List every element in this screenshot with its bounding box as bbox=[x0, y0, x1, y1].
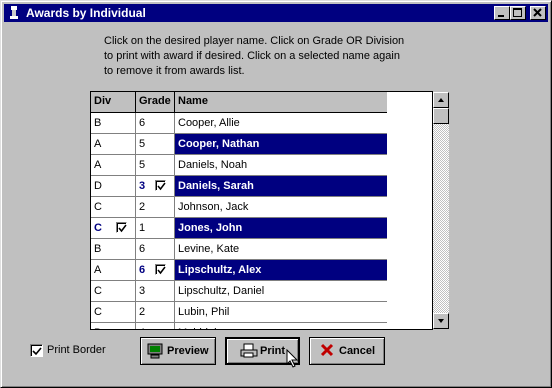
cell-name[interactable]: Lipschultz, Alex bbox=[175, 260, 387, 280]
preview-label: Preview bbox=[167, 345, 209, 357]
cell-div[interactable]: C bbox=[91, 302, 136, 322]
grade-award-checkbox[interactable] bbox=[155, 180, 166, 191]
maximize-icon bbox=[513, 8, 522, 17]
table-row[interactable]: B 6 Cooper, Allie bbox=[91, 113, 387, 134]
player-table: Div Grade Name B 6 Cooper, Allie A 5 Cooper, … bbox=[90, 91, 433, 330]
close-icon bbox=[533, 8, 542, 17]
scroll-up-icon bbox=[438, 98, 444, 102]
scroll-down-button[interactable] bbox=[433, 313, 449, 329]
table-header: Div Grade Name bbox=[91, 92, 387, 113]
column-header-grade[interactable]: Grade bbox=[136, 92, 175, 112]
checkmark-icon bbox=[32, 347, 42, 356]
cell-div[interactable]: B bbox=[91, 323, 136, 329]
column-header-div[interactable]: Div bbox=[91, 92, 136, 112]
maximize-button[interactable] bbox=[510, 6, 526, 20]
cell-grade[interactable]: 4 bbox=[136, 323, 175, 329]
cell-name[interactable]: Cooper, Allie bbox=[175, 113, 387, 133]
preview-button[interactable]: Preview bbox=[140, 337, 216, 365]
grade-award-checkbox[interactable] bbox=[155, 264, 166, 275]
table-row[interactable]: C 2 Lubin, Phil bbox=[91, 302, 387, 323]
print-border-box[interactable] bbox=[30, 344, 43, 357]
cell-name[interactable]: Daniels, Sarah bbox=[175, 176, 387, 196]
scroll-down-icon bbox=[438, 319, 444, 323]
table-row[interactable]: A 5 Daniels, Noah bbox=[91, 155, 387, 176]
cell-name[interactable]: Lipschultz, Daniel bbox=[175, 281, 387, 301]
table-blank-area bbox=[387, 92, 432, 329]
mouse-cursor-icon bbox=[286, 348, 300, 372]
cell-grade[interactable]: 5 bbox=[136, 134, 175, 154]
cell-name[interactable]: Levine, Kate bbox=[175, 239, 387, 259]
cell-grade[interactable]: 1 bbox=[136, 218, 175, 238]
table-row[interactable]: C 2 Johnson, Jack bbox=[91, 197, 387, 218]
printer-icon bbox=[240, 343, 258, 362]
cell-grade[interactable]: 6 bbox=[136, 113, 175, 133]
cell-grade[interactable]: 3 bbox=[136, 281, 175, 301]
table-row[interactable]: C 1 Jones, John bbox=[91, 218, 387, 239]
cell-name[interactable]: Mabblaic bbox=[175, 323, 387, 329]
cell-div[interactable]: C bbox=[91, 281, 136, 301]
monitor-icon bbox=[147, 343, 163, 362]
cell-div[interactable]: C bbox=[91, 197, 136, 217]
cell-name[interactable]: Daniels, Noah bbox=[175, 155, 387, 175]
app-icon bbox=[8, 6, 20, 20]
table-row[interactable]: A 6 Lipschultz, Alex bbox=[91, 260, 387, 281]
cell-name[interactable]: Cooper, Nathan bbox=[175, 134, 387, 154]
print-label: Print bbox=[260, 345, 286, 357]
cell-grade[interactable]: 2 bbox=[136, 302, 175, 322]
instructions-text: Click on the desired player name. Click … bbox=[104, 35, 405, 77]
table-row[interactable]: C 3 Lipschultz, Daniel bbox=[91, 281, 387, 302]
cell-grade[interactable]: 6 bbox=[136, 239, 175, 259]
table-row[interactable]: B 6 Levine, Kate bbox=[91, 239, 387, 260]
cell-div[interactable]: B bbox=[91, 113, 136, 133]
awards-window: Awards by Individual Click on the desire… bbox=[0, 0, 552, 388]
cell-div[interactable]: A bbox=[91, 260, 136, 280]
cancel-label: Cancel bbox=[339, 345, 376, 357]
cell-name[interactable]: Jones, John bbox=[175, 218, 387, 238]
print-border-label: Print Border bbox=[47, 344, 106, 356]
close-button[interactable] bbox=[530, 6, 546, 20]
cell-grade[interactable]: 5 bbox=[136, 155, 175, 175]
minimize-icon bbox=[498, 15, 504, 17]
cell-div[interactable]: B bbox=[91, 239, 136, 259]
cell-name[interactable]: Lubin, Phil bbox=[175, 302, 387, 322]
scroll-thumb[interactable] bbox=[433, 108, 449, 124]
table-row[interactable]: D 3 Daniels, Sarah bbox=[91, 176, 387, 197]
cell-grade[interactable]: 2 bbox=[136, 197, 175, 217]
print-button[interactable]: Print bbox=[225, 337, 300, 368]
title-bar[interactable]: Awards by Individual bbox=[4, 4, 548, 22]
window-title: Awards by Individual bbox=[26, 6, 146, 20]
cancel-button[interactable]: Cancel bbox=[309, 337, 385, 365]
minimize-button[interactable] bbox=[494, 6, 510, 20]
cell-div[interactable]: A bbox=[91, 134, 136, 154]
table-row[interactable]: A 5 Cooper, Nathan bbox=[91, 134, 387, 155]
vertical-scrollbar[interactable] bbox=[433, 92, 449, 329]
table-row[interactable]: B4Mabblaic bbox=[91, 323, 387, 329]
div-award-checkbox[interactable] bbox=[116, 222, 127, 233]
cell-div[interactable]: C bbox=[91, 218, 136, 238]
cell-div[interactable]: A bbox=[91, 155, 136, 175]
cell-div[interactable]: D bbox=[91, 176, 136, 196]
column-header-name[interactable]: Name bbox=[175, 92, 387, 112]
red-x-icon bbox=[320, 343, 334, 360]
cell-name[interactable]: Johnson, Jack bbox=[175, 197, 387, 217]
scroll-up-button[interactable] bbox=[433, 92, 449, 108]
